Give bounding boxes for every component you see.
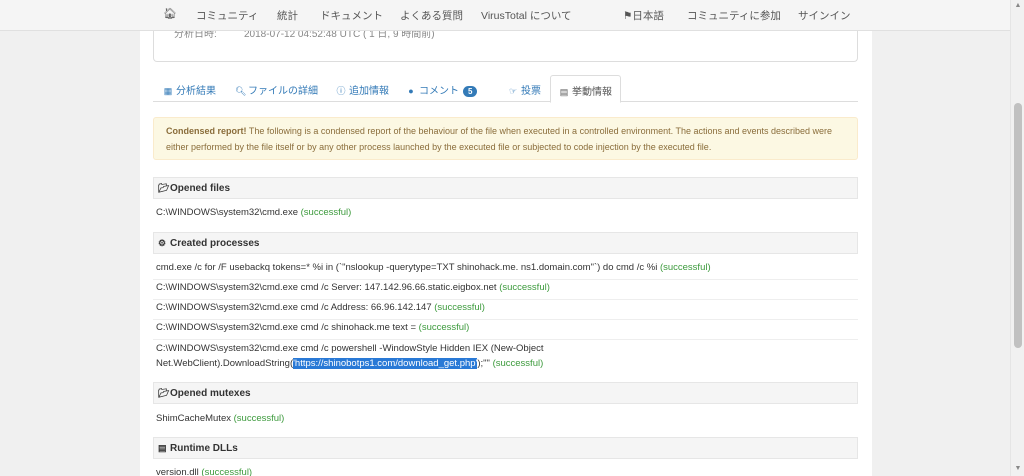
tab-additional-info-label: 追加情報 [349, 86, 389, 97]
row-text: cmd.exe /c for /F usebackq tokens=* %i i… [156, 262, 658, 273]
top-navbar: 🏠︎ コミュニティ 統計 ドキュメント よくある質問 VirusTotal につ… [0, 0, 1010, 31]
row-text: C:\WINDOWS\system32\cmd.exe cmd /c power… [156, 343, 544, 354]
runtime-dlls-header: ▤ Runtime DLLs [153, 437, 858, 459]
opened-mutexes-header: 📂︎Opened mutexes [153, 382, 858, 404]
row-text: C:\WINDOWS\system32\cmd.exe cmd /c shino… [156, 322, 417, 333]
cogs-icon: ⚙ [158, 238, 167, 248]
tab-behaviour-label: 挙動情報 [572, 87, 612, 98]
folder-open-icon: 📂︎ [158, 388, 170, 398]
row-text: C:\WINDOWS\system32\cmd.exe cmd /c Addre… [156, 302, 432, 313]
status-success: (successful) [418, 322, 470, 333]
scroll-down-icon[interactable]: ▼ [1014, 465, 1022, 473]
scroll-up-icon[interactable]: ▲ [1014, 2, 1022, 10]
vote-icon: ☞ [508, 86, 518, 96]
home-icon[interactable]: 🏠︎ [163, 7, 177, 20]
tab-file-details-label: ファイルの詳細 [248, 86, 318, 97]
condensed-report-alert: Condensed report! The following is a con… [153, 117, 858, 160]
page: 🏠︎ コミュニティ 統計 ドキュメント よくある質問 VirusTotal につ… [0, 0, 1010, 476]
opened-files-title: Opened files [170, 183, 231, 194]
nav-language[interactable]: ⚑日本語 [623, 8, 664, 23]
report-tabs: ▦ 分析結果 🔍︎ ファイルの詳細 ⓘ 追加情報 ● コメント 5 ☞ 投票 ▤ 挙動情報 [153, 75, 858, 103]
tab-file-details[interactable]: 🔍︎ ファイルの詳細 [235, 75, 318, 102]
list-item: version.dll (successful) [153, 467, 858, 476]
selected-url-text[interactable]: 'https://shinobotps1.com/download_get.ph… [293, 358, 478, 369]
info-icon: ⓘ [336, 86, 346, 96]
analysis-date-label: 分析日時: [174, 31, 217, 40]
created-processes-header: ⚙ Created processes [153, 232, 858, 254]
nav-about[interactable]: VirusTotal について [481, 8, 572, 23]
nav-language-label: 日本語 [632, 10, 664, 22]
analysis-info-card: 分析日時: 2018-07-12 04:52:48 UTC ( 1 日, 9 時… [153, 31, 858, 62]
status-success: (successful) [499, 282, 550, 293]
row-text: Net.WebClient).DownloadString( [156, 358, 294, 369]
alert-text: The following is a condensed report of t… [166, 126, 833, 152]
tab-comments-label: コメント [419, 86, 459, 97]
opened-files-header: 📂︎Opened files [153, 177, 858, 199]
tab-comments[interactable]: ● コメント 5 [406, 75, 478, 102]
row-text: C:\WINDOWS\system32\cmd.exe cmd /c Serve… [156, 282, 497, 293]
status-success: (successful) [434, 302, 485, 313]
list-item: cmd.exe /c for /F usebackq tokens=* %i i… [153, 262, 858, 280]
comment-icon: ● [408, 86, 414, 96]
list-item: C:\WINDOWS\system32\cmd.exe cmd /c Serve… [153, 282, 858, 300]
film-icon: ▤ [559, 87, 569, 97]
nav-statistics[interactable]: 統計 [277, 8, 298, 23]
created-processes-title: Created processes [170, 238, 260, 249]
tab-analysis-label: 分析結果 [176, 86, 216, 97]
flag-icon: ⚑ [623, 10, 633, 22]
tab-additional-info[interactable]: ⓘ 追加情報 [336, 75, 389, 102]
table-icon: ▦ [163, 86, 173, 96]
list-item: C:\WINDOWS\system32\cmd.exe cmd /c shino… [153, 322, 858, 340]
list-item: C:\WINDOWS\system32\cmd.exe (successful) [153, 207, 858, 218]
list-item: C:\WINDOWS\system32\cmd.exe cmd /c Addre… [153, 302, 858, 320]
tab-behaviour[interactable]: ▤ 挙動情報 [550, 75, 621, 103]
folder-open-icon: 📂︎ [158, 183, 170, 193]
nav-signin[interactable]: サインイン [798, 8, 851, 23]
list-item-continuation: Net.WebClient).DownloadString('https://s… [153, 358, 858, 369]
nav-community[interactable]: コミュニティ [196, 8, 258, 23]
row-text: C:\WINDOWS\system32\cmd.exe [156, 207, 298, 218]
status-success: (successful) [492, 358, 544, 369]
book-icon: ▤ [158, 443, 167, 453]
alert-strong: Condensed report! [166, 126, 247, 136]
search-icon: 🔍︎ [235, 86, 247, 96]
status-success: (successful) [659, 262, 711, 273]
analysis-date-value: 2018-07-12 04:52:48 UTC ( 1 日, 9 時間前) [244, 31, 435, 40]
row-text-end: );"" [477, 358, 490, 369]
status-success: (successful) [201, 467, 253, 476]
row-text: version.dll [156, 467, 199, 476]
nav-join-community[interactable]: コミュニティに参加 [687, 8, 781, 23]
nav-documentation[interactable]: ドキュメント [320, 8, 383, 23]
tab-votes-label: 投票 [521, 86, 541, 97]
tab-votes[interactable]: ☞ 投票 [508, 75, 541, 102]
list-item: ShimCacheMutex (successful) [153, 413, 858, 424]
vertical-scrollbar[interactable]: ▲ ▼ [1010, 0, 1024, 476]
list-item: C:\WINDOWS\system32\cmd.exe cmd /c power… [153, 343, 858, 354]
status-success: (successful) [233, 413, 285, 424]
scrollbar-thumb[interactable] [1014, 103, 1022, 348]
opened-mutexes-title: Opened mutexes [170, 388, 251, 399]
comment-count-badge: 5 [463, 86, 478, 97]
row-text: ShimCacheMutex [156, 413, 231, 424]
nav-faq[interactable]: よくある質問 [400, 8, 463, 23]
runtime-dlls-title: Runtime DLLs [170, 443, 238, 454]
tab-analysis[interactable]: ▦ 分析結果 [163, 75, 216, 102]
status-success: (successful) [300, 207, 352, 218]
